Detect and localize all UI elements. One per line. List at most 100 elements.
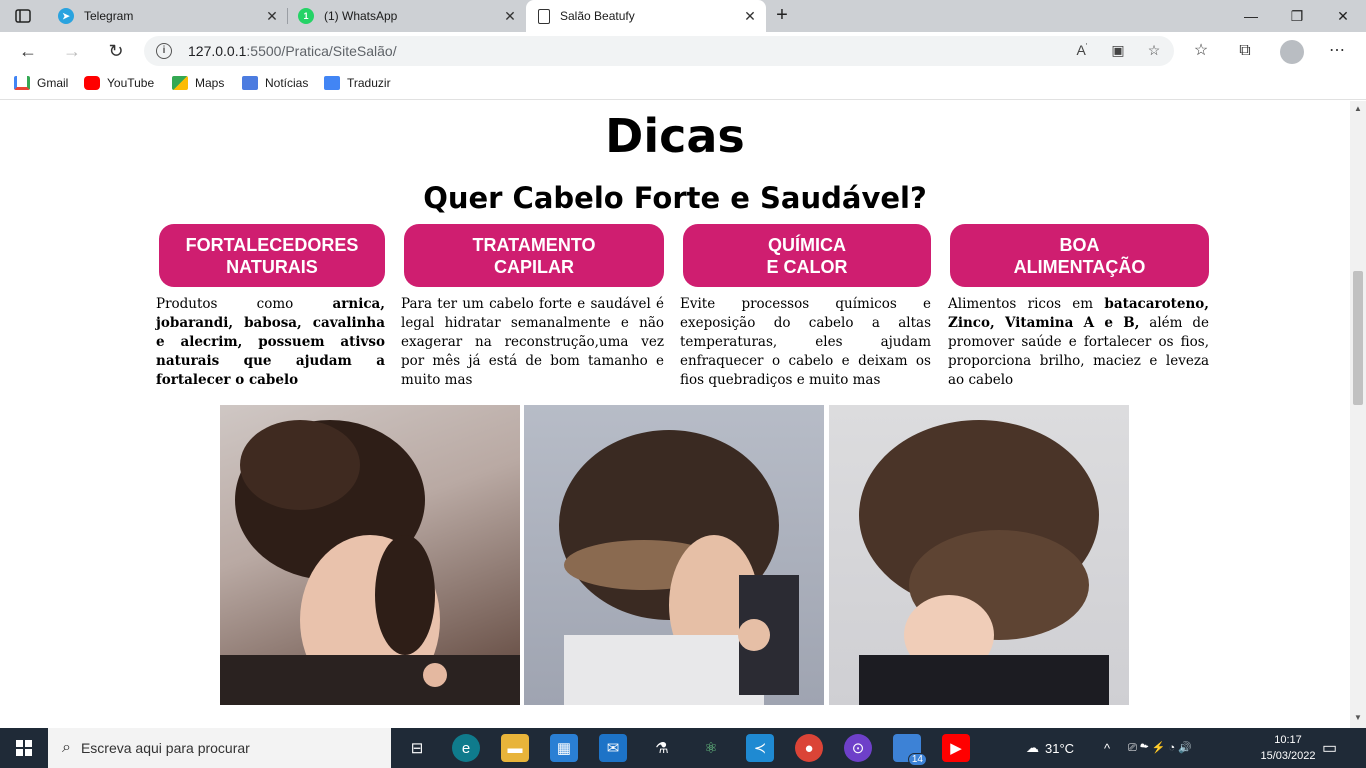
maps-icon: [172, 76, 188, 90]
weather-widget[interactable]: ☁ 31°C: [1026, 728, 1074, 768]
close-icon[interactable]: ✕: [264, 8, 280, 24]
bookmark-label: Gmail: [37, 76, 69, 90]
read-aloud-icon[interactable]: Aʼ: [1072, 42, 1092, 60]
badge-count: 14: [907, 753, 927, 766]
tab-title: Salão Beatufy: [560, 9, 635, 23]
youtube-app-icon[interactable]: ▶: [942, 734, 970, 762]
cloud-icon: ☁: [1026, 740, 1039, 755]
system-tray-icons[interactable]: ⎚ ☁ ⚡ ◔ 🔊: [1128, 728, 1192, 768]
close-icon[interactable]: ✕: [742, 8, 758, 24]
collections-icon[interactable]: ⧉: [1232, 38, 1258, 64]
profile-avatar[interactable]: [1280, 40, 1304, 64]
tab-title: Telegram: [84, 9, 134, 23]
tip-heading-line: FORTALECEDORES: [185, 234, 359, 255]
bookmark-youtube[interactable]: YouTube: [84, 76, 154, 90]
tip-button-fortalecedores[interactable]: FORTALECEDORES NATURAIS: [159, 224, 385, 287]
tip-text-fortalecedores: Produtos como arnica, jobarandi, babosa,…: [156, 295, 385, 390]
address-bar[interactable]: i 127.0.0.1:5500/Pratica/SiteSalão/ Aʼ ▣…: [144, 36, 1174, 66]
page-subtitle: Quer Cabelo Forte e Saudável?: [423, 181, 927, 215]
tip-text-tratamento: Para ter um cabelo forte e saudável é le…: [401, 295, 664, 390]
scroll-down-icon[interactable]: ▼: [1353, 713, 1363, 722]
scroll-up-icon[interactable]: ▲: [1353, 104, 1363, 113]
new-tab-icon[interactable]: +: [770, 4, 794, 28]
back-icon[interactable]: ←: [14, 38, 42, 64]
immersive-reader-icon[interactable]: ▣: [1108, 42, 1128, 60]
bookmark-traduzir[interactable]: Traduzir: [324, 76, 391, 90]
tip-heading-line: BOA: [1059, 234, 1100, 255]
mail-icon[interactable]: ✉: [599, 734, 627, 762]
url-text[interactable]: 127.0.0.1:5500/Pratica/SiteSalão/: [188, 43, 397, 59]
close-icon[interactable]: ✕: [502, 8, 518, 24]
clock-date: 15/03/2022: [1260, 750, 1316, 762]
tip-button-tratamento[interactable]: TRATAMENTO CAPILAR: [404, 224, 664, 287]
page-title: Dicas: [605, 109, 745, 163]
start-button[interactable]: [0, 728, 48, 768]
tab-actions-icon[interactable]: [10, 6, 36, 26]
page-scrollbar[interactable]: ▲ ▼: [1350, 101, 1366, 728]
gmail-icon: [14, 76, 30, 90]
scrollbar-thumb[interactable]: [1353, 271, 1363, 405]
translate-icon: [324, 76, 340, 90]
tab-strip: ➤ Telegram ✕ 1 (1) WhatsApp ✕ Salão Beat…: [0, 0, 1366, 32]
bookmark-noticias[interactable]: Notícias: [242, 76, 308, 90]
github-icon[interactable]: ⊙: [844, 734, 872, 762]
bookmark-label: Maps: [195, 76, 225, 90]
clock[interactable]: 10:17 15/03/2022: [1258, 732, 1318, 764]
tip-heading-line: QUÍMICA: [768, 234, 846, 255]
tip-button-alimentacao[interactable]: BOA ALIMENTAÇÃO: [950, 224, 1209, 287]
whatsapp-icon: 1: [298, 8, 314, 24]
url-path: :5500/Pratica/SiteSalão/: [246, 43, 397, 59]
task-view-icon[interactable]: ⊟: [403, 734, 431, 762]
vscode-icon[interactable]: ≺: [746, 734, 774, 762]
windows-taskbar: ⌕ Escreva aqui para procurar ⊟ e ▬ ▦ ✉ ⚗…: [0, 728, 1366, 768]
restore-icon[interactable]: ❐: [1274, 0, 1320, 32]
close-window-icon[interactable]: ✕: [1320, 0, 1366, 32]
page-viewport: Dicas Quer Cabelo Forte e Saudável? FORT…: [0, 101, 1350, 728]
edge-icon[interactable]: e: [452, 734, 480, 762]
store-icon[interactable]: ▦: [550, 734, 578, 762]
browser-toolbar: ← → ↻ i 127.0.0.1:5500/Pratica/SiteSalão…: [0, 32, 1366, 70]
bookmarks-bar: Gmail YouTube Maps Notícias Traduzir: [0, 70, 1366, 100]
tip-heading-line: E CALOR: [766, 256, 848, 277]
telegram-icon: ➤: [58, 8, 74, 24]
tip-text-part: Produtos como: [156, 296, 333, 312]
page-icon: [538, 8, 550, 24]
tip-text-part: Para ter um cabelo forte e saudável é le…: [401, 296, 664, 388]
bookmark-maps[interactable]: Maps: [172, 76, 224, 90]
show-hidden-icons[interactable]: ^: [1104, 728, 1110, 768]
windows-icon: [16, 740, 32, 756]
tab-telegram[interactable]: ➤ Telegram ✕: [48, 0, 288, 32]
notifications-icon[interactable]: ▭: [1322, 728, 1337, 768]
tab-salao-beatufy[interactable]: Salão Beatufy ✕: [526, 0, 766, 32]
tip-text-part: Alimentos ricos em: [948, 296, 1105, 312]
bookmark-label: YouTube: [107, 76, 155, 90]
favorites-icon[interactable]: ☆: [1188, 38, 1214, 64]
minimize-icon[interactable]: —: [1228, 0, 1274, 32]
weather-temp: 31°C: [1045, 740, 1075, 756]
bookmark-gmail[interactable]: Gmail: [14, 76, 68, 90]
add-favorite-icon[interactable]: ☆: [1144, 42, 1164, 60]
chrome-icon[interactable]: ●: [795, 734, 823, 762]
clock-time: 10:17: [1274, 734, 1302, 746]
hairstyle-photo-1: [220, 405, 520, 705]
taskbar-search[interactable]: ⌕ Escreva aqui para procurar: [48, 728, 391, 768]
notes-icon[interactable]: 14: [893, 734, 927, 766]
bookmark-label: Traduzir: [347, 76, 391, 90]
tip-text-part: Evite processos químicos e exeposição do…: [680, 296, 931, 388]
atom-icon[interactable]: ⚛: [697, 734, 725, 762]
hairstyle-photo-3: [829, 405, 1129, 705]
youtube-icon: [84, 76, 100, 90]
tip-heading-line: ALIMENTAÇÃO: [1013, 256, 1146, 277]
site-info-icon[interactable]: i: [156, 43, 172, 59]
app-icon[interactable]: ⚗: [648, 734, 676, 762]
more-menu-icon[interactable]: ⋯: [1324, 38, 1350, 64]
refresh-icon[interactable]: ↻: [102, 38, 130, 64]
tab-whatsapp[interactable]: 1 (1) WhatsApp ✕: [288, 0, 526, 32]
tip-text-quimica: Evite processos químicos e exeposição do…: [680, 295, 931, 390]
file-explorer-icon[interactable]: ▬: [501, 734, 529, 762]
search-icon: ⌕: [62, 739, 71, 756]
tip-heading-line: NATURAIS: [226, 256, 318, 277]
tip-button-quimica[interactable]: QUÍMICA E CALOR: [683, 224, 931, 287]
forward-icon[interactable]: →: [58, 38, 86, 64]
tab-title: (1) WhatsApp: [324, 9, 398, 23]
